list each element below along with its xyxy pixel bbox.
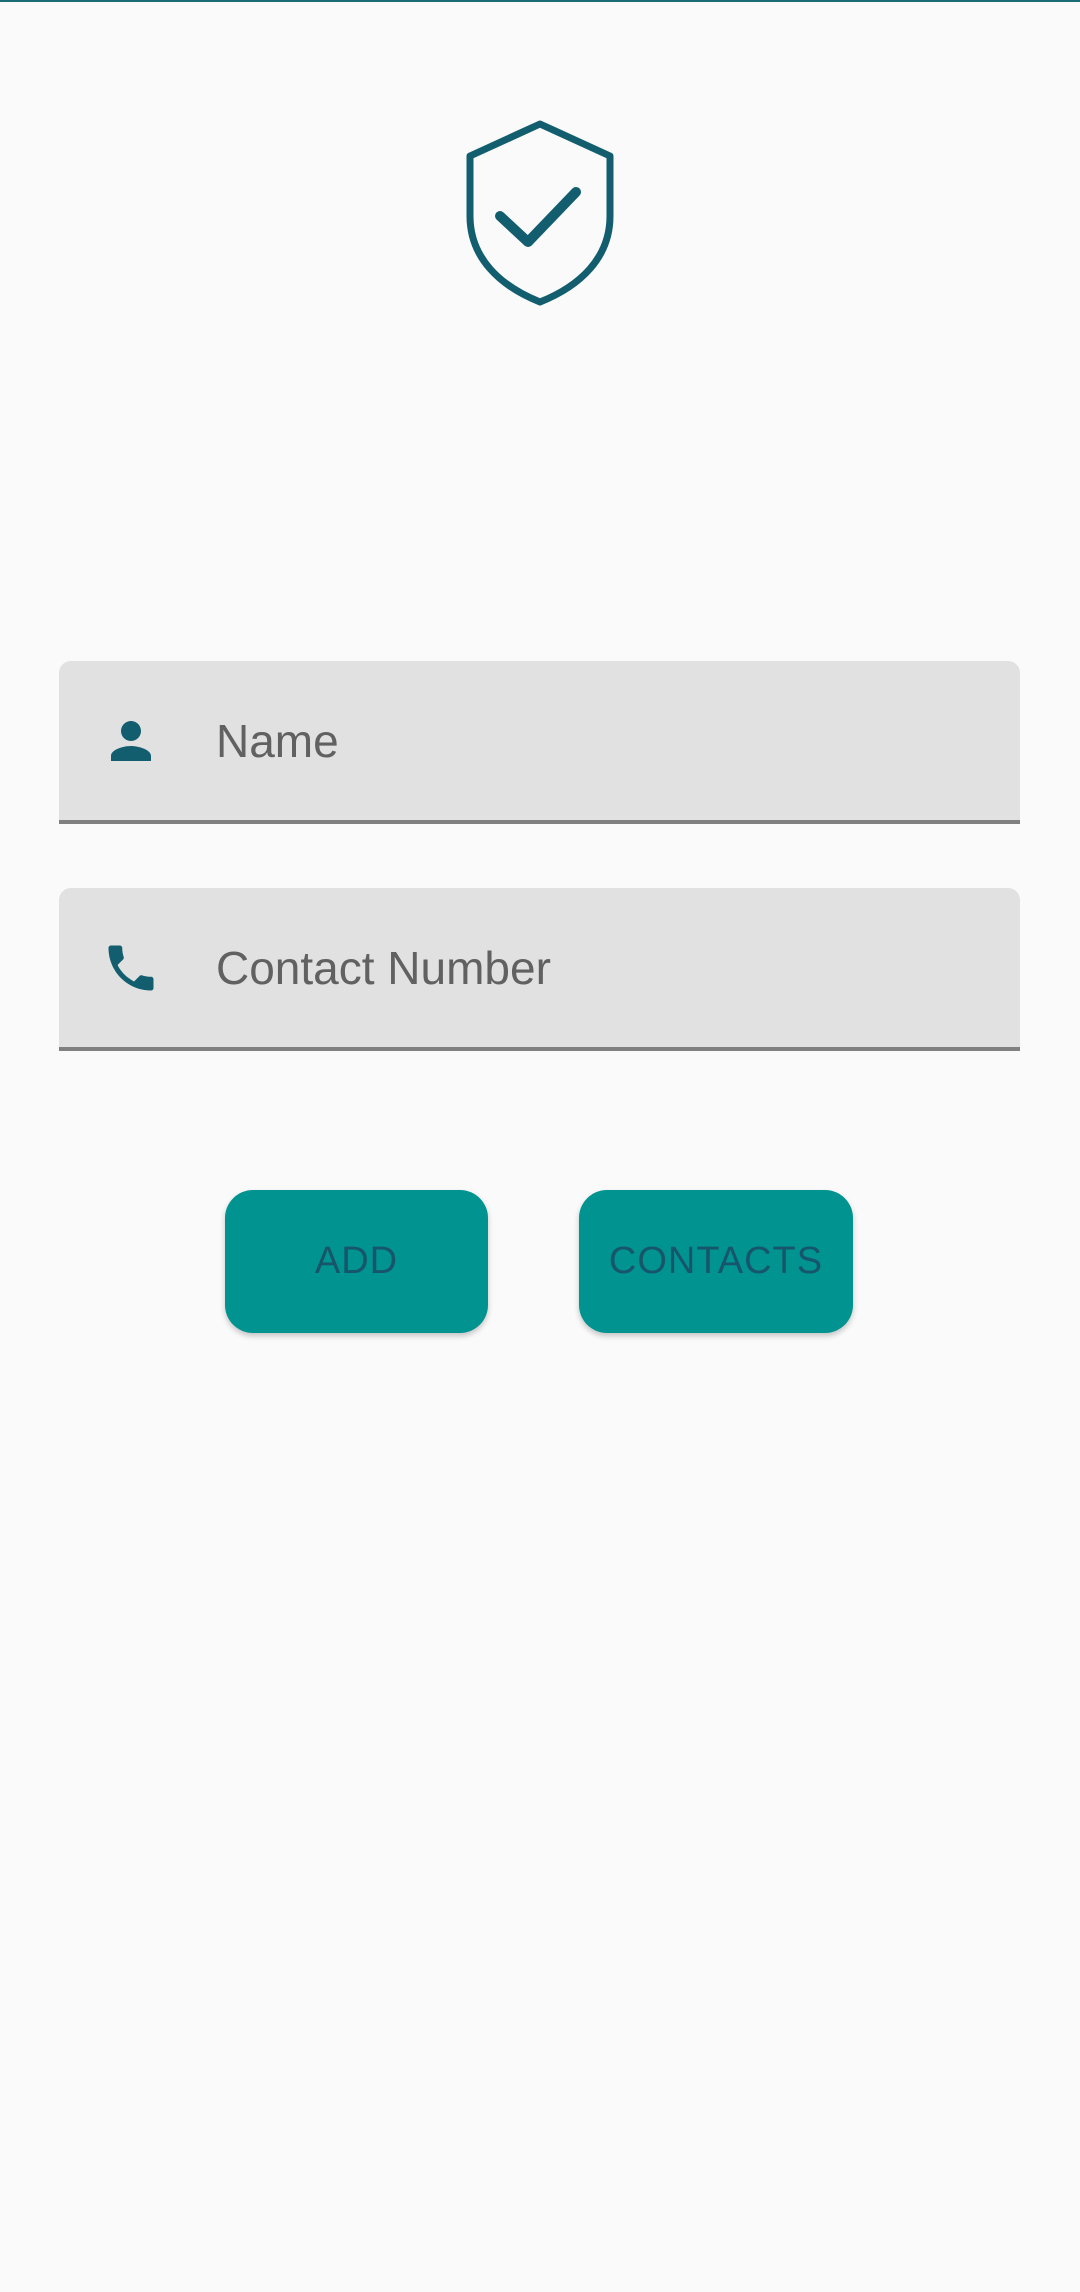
name-field[interactable]: Name (59, 661, 1020, 824)
name-input[interactable]: Name (216, 714, 339, 768)
contact-number-input[interactable]: Contact Number (216, 941, 551, 995)
contact-number-field[interactable]: Contact Number (59, 888, 1020, 1051)
add-button[interactable]: ADD (225, 1190, 488, 1333)
person-icon (111, 720, 151, 761)
app-screen: Name Contact Number ADD CONTACTS (0, 0, 1080, 2292)
shield-check-icon (466, 120, 614, 306)
status-divider (0, 0, 1080, 2)
phone-icon (108, 945, 154, 990)
contacts-button[interactable]: CONTACTS (579, 1190, 853, 1333)
